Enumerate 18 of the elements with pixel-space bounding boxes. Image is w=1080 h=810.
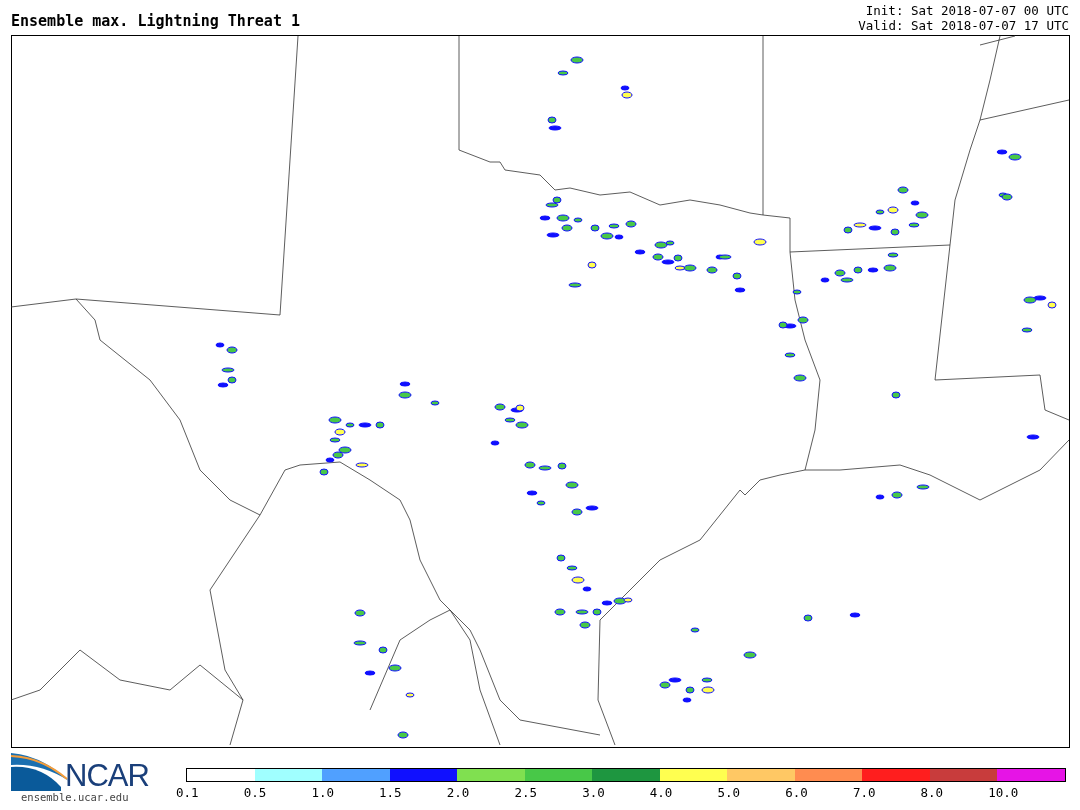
colorbar-tick-label: 8.0 (920, 785, 944, 800)
colorbar-tick-label: 5.0 (717, 785, 741, 800)
colorbar-tick-label: 2.5 (514, 785, 537, 800)
colorbar-tick-label: 2.0 (446, 785, 470, 800)
website-url: ensemble.ucar.edu (21, 791, 130, 803)
colorbar-tick-label: 4.0 (649, 785, 673, 800)
colorbar-tick-label: 7.0 (852, 785, 876, 800)
init-time: Init: Sat 2018-07-07 00 UTC (865, 3, 1069, 18)
colorbar-tick-label: 3.0 (582, 785, 605, 800)
colorbar-tick-label: 0.1 (176, 785, 199, 800)
logo-text: NCAR (65, 761, 149, 791)
plot-title: Ensemble max. Lightning Threat 1 (11, 12, 300, 32)
colorbar-tick-label: 1.0 (311, 785, 334, 800)
colorbar-tick-label: 6.0 (785, 785, 808, 800)
colorbar-tick-label: 10.0 (988, 785, 1019, 800)
valid-time: Valid: Sat 2018-07-07 17 UTC (858, 18, 1069, 33)
colorbar-tick-label: 0.5 (243, 785, 267, 800)
colorbar-tick-label: 1.5 (379, 785, 402, 800)
